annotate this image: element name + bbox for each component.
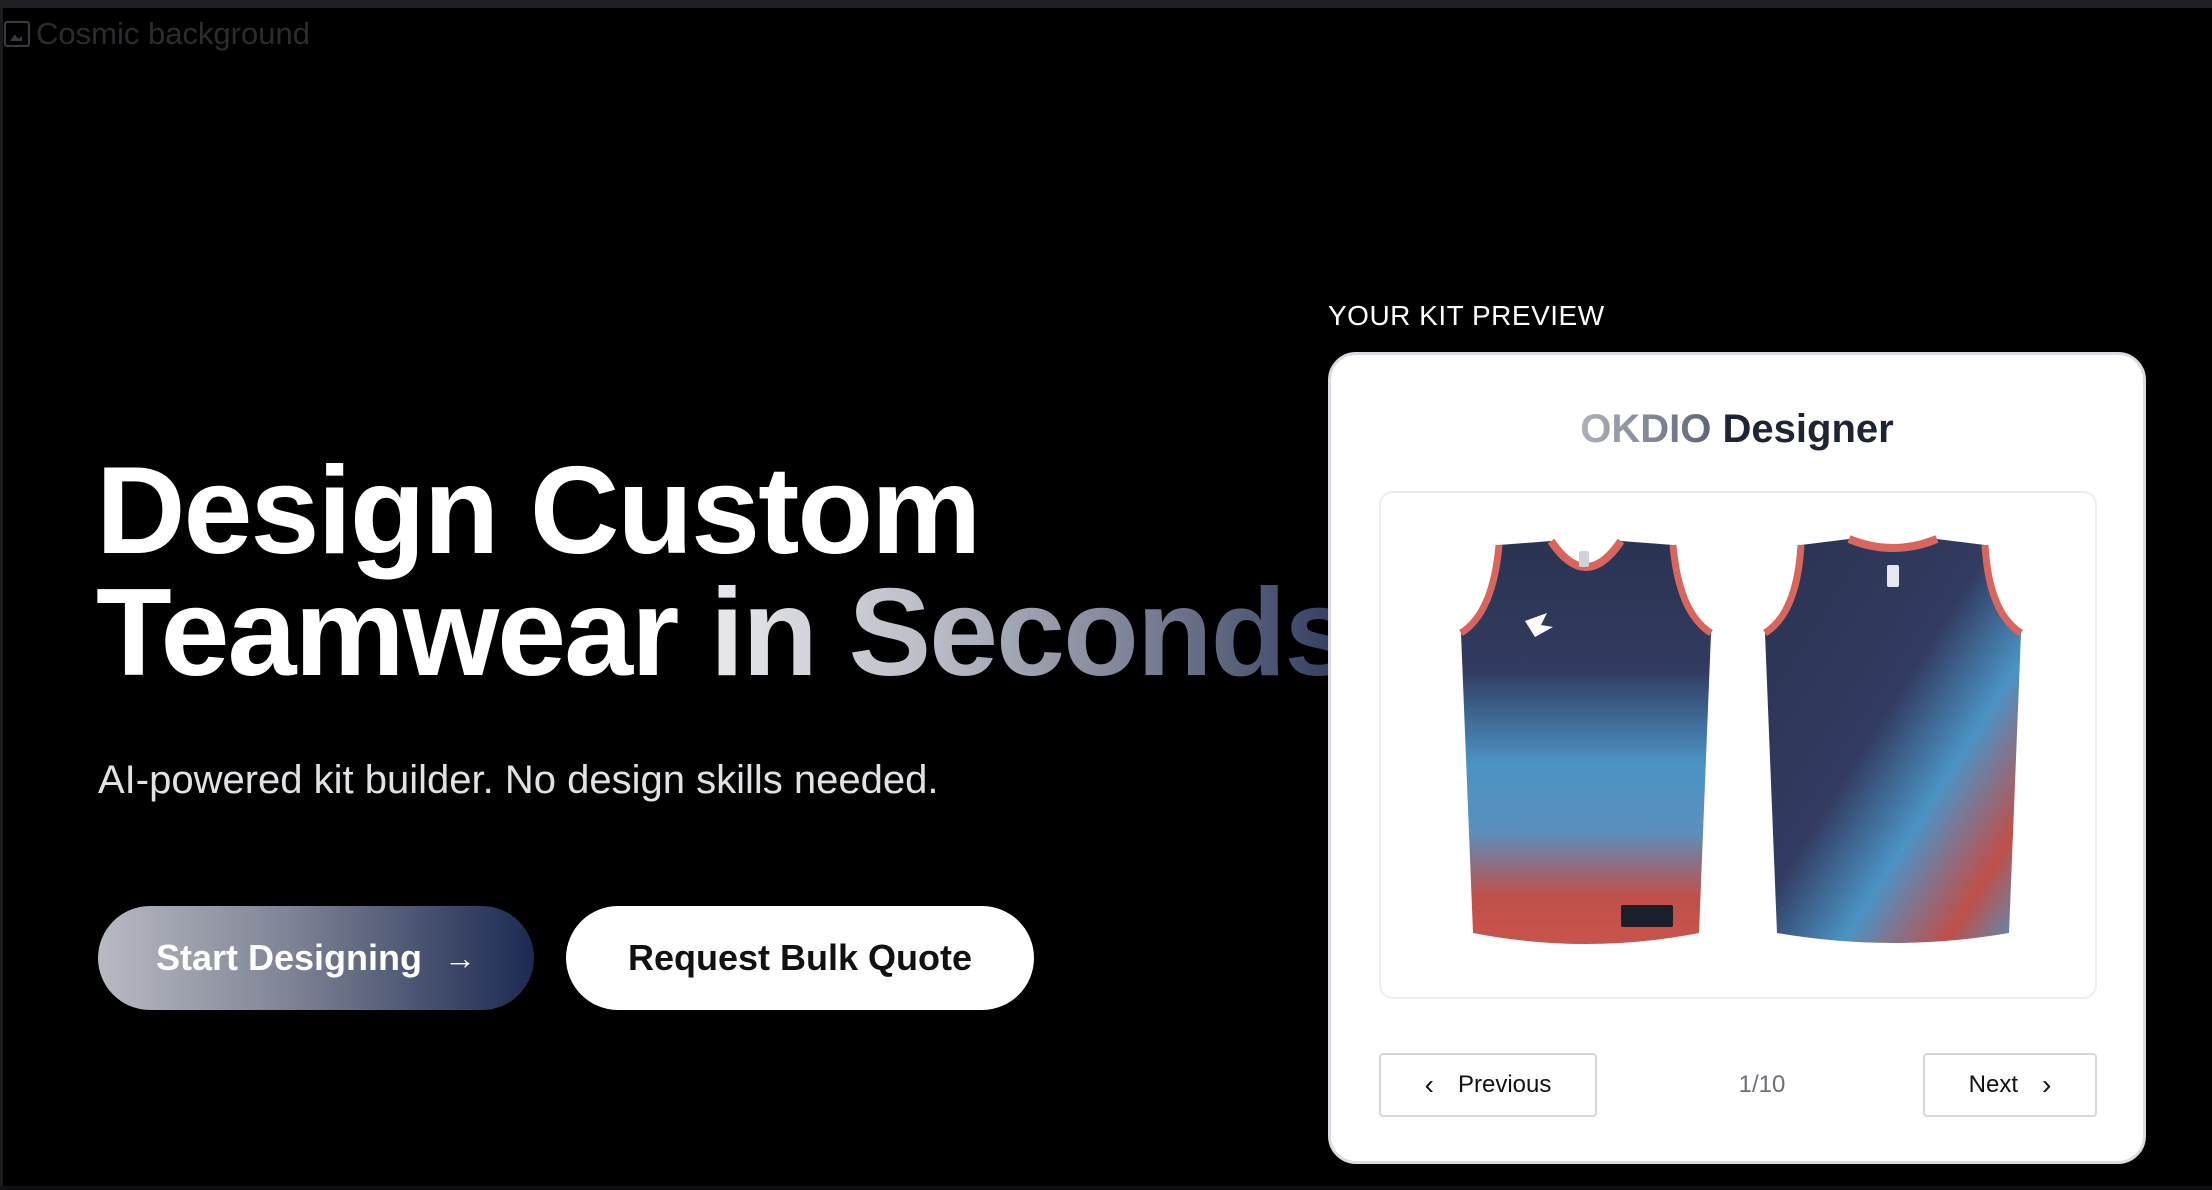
designer-title-rest: Designer — [1722, 407, 1894, 451]
start-designing-button[interactable]: Start Designing → — [98, 906, 534, 1010]
jersey-back — [1763, 535, 2023, 943]
jersey-image-frame — [1379, 491, 2097, 999]
designer-title: OKDIO Designer — [1331, 407, 2143, 452]
request-bulk-quote-button[interactable]: Request Bulk Quote — [566, 906, 1034, 1010]
request-bulk-quote-label: Request Bulk Quote — [627, 937, 973, 978]
broken-image-icon — [4, 21, 30, 47]
hero-title-line-2: Teamwear in Seconds — [96, 571, 1353, 695]
hero-subtitle: AI-powered kit builder. No design skills… — [98, 758, 939, 802]
hero-title-line-1: Design Custom — [96, 442, 981, 580]
chevron-left-icon: ‹ — [1424, 1069, 1434, 1100]
kit-pager: ‹ Previous 1/10 Next › — [1379, 1053, 2097, 1117]
hero-title-gradient: in Seconds — [709, 564, 1353, 702]
kit-preview-card: OKDIO Designer ‹ Previous 1/10 Next › — [1328, 352, 2146, 1164]
brand-name: OKDIO — [1580, 407, 1712, 451]
window-bottom-edge — [0, 1186, 2212, 1190]
hero-title-plain: Teamwear — [96, 564, 679, 702]
start-designing-label: Start Designing — [155, 937, 423, 978]
next-button[interactable]: Next › — [1923, 1053, 2097, 1117]
background-image: Cosmic background — [4, 16, 310, 52]
next-label: Next — [1968, 1071, 2019, 1098]
chevron-right-icon: › — [2042, 1069, 2052, 1100]
jersey-front — [1459, 538, 1713, 944]
page-indicator-text: 1/10 — [1738, 1071, 1786, 1098]
jersey-image — [1459, 535, 2023, 944]
hero-title: Design Custom Teamwear in Seconds — [96, 442, 1353, 695]
window-left-edge — [0, 8, 3, 1190]
previous-label: Previous — [1457, 1071, 1552, 1098]
window-top-bar — [0, 0, 2212, 8]
previous-button[interactable]: ‹ Previous — [1379, 1053, 1597, 1117]
page: Cosmic background Design Custom Teamwear… — [0, 0, 2212, 1190]
arrow-right-icon: → — [444, 939, 477, 976]
background-image-alt: Cosmic background — [36, 16, 310, 51]
kit-preview-label: YOUR KIT PREVIEW — [1328, 300, 1605, 331]
